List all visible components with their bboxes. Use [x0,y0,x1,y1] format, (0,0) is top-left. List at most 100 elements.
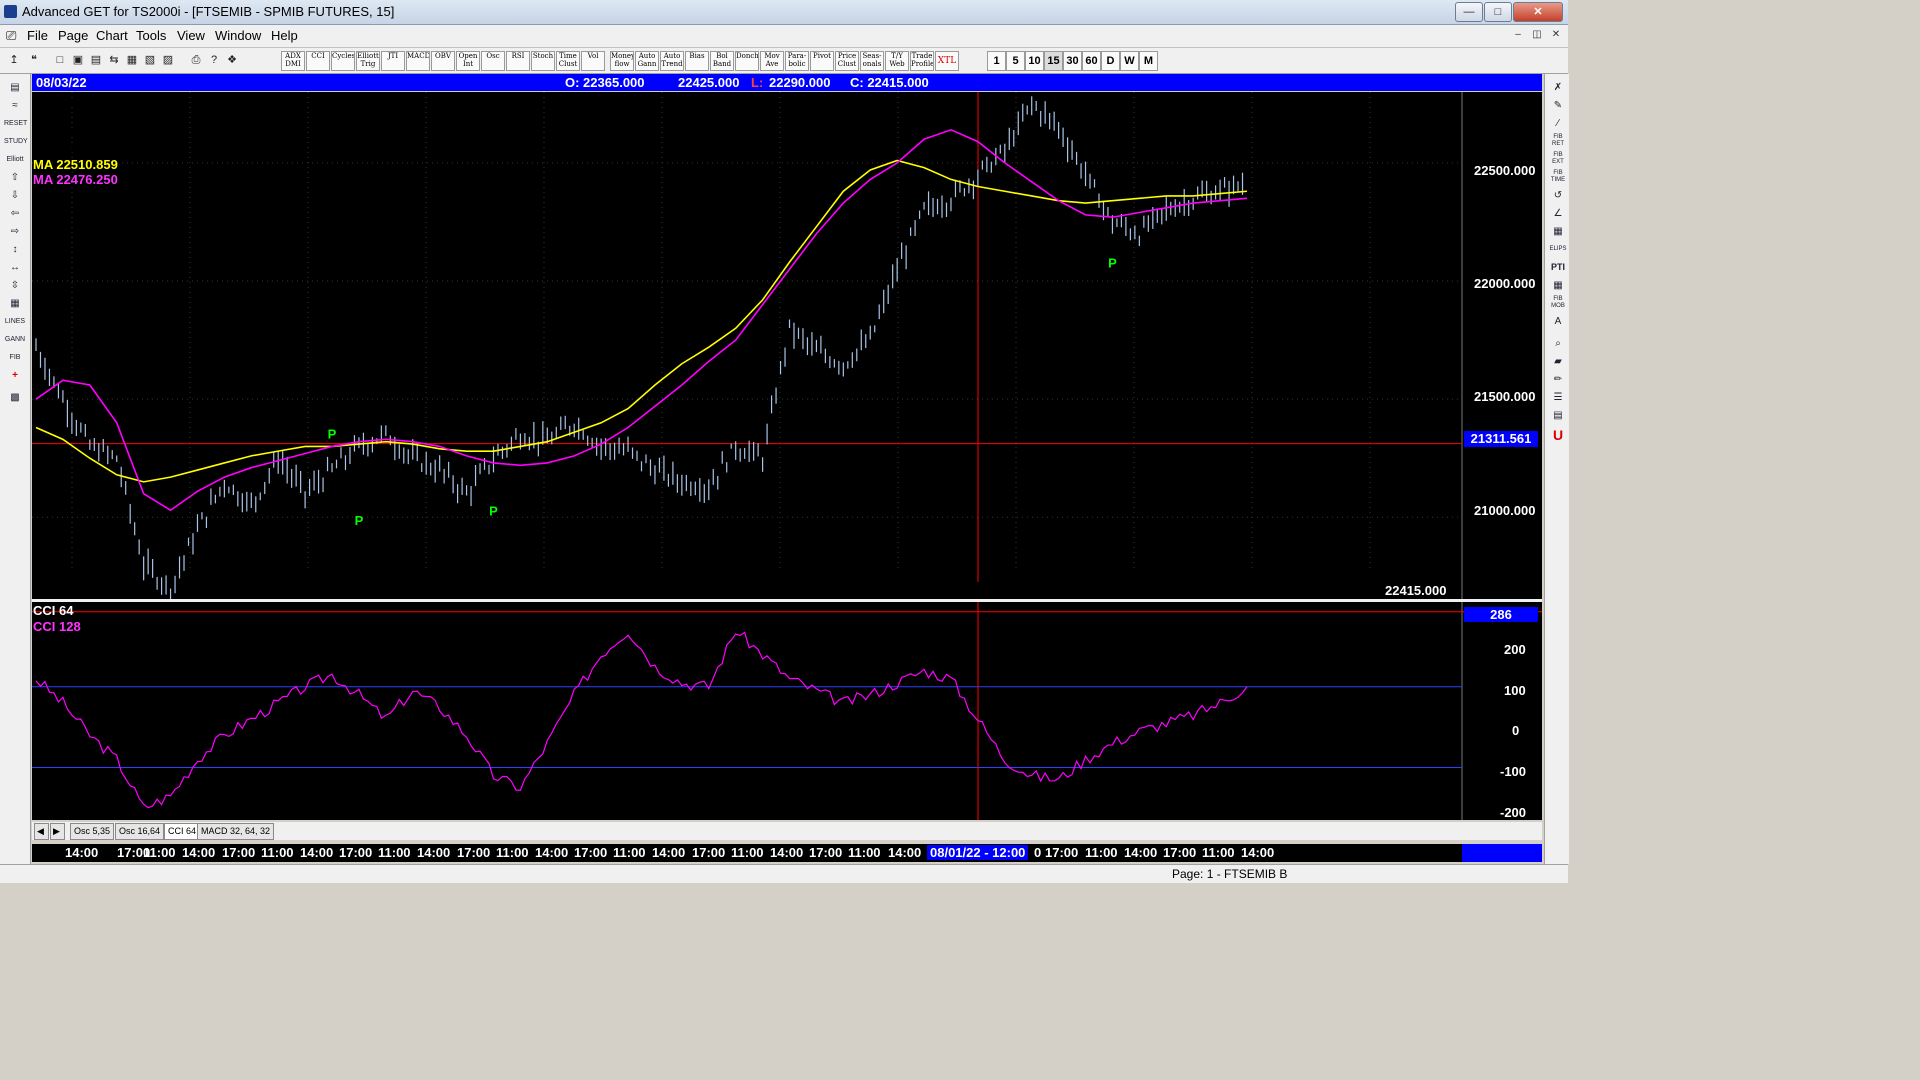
printer-icon[interactable]: ⎙ [188,51,204,69]
study-button-vol[interactable]: Vol [581,51,605,71]
tab-cci-64[interactable]: CCI 64 [164,823,201,840]
scale-icon[interactable]: ↕ [4,242,26,257]
study-button-osc[interactable]: Osc [481,51,505,71]
tab-scroll-left[interactable]: ◀ [34,823,49,840]
interval-button-m[interactable]: M [1139,51,1158,71]
hint-icon[interactable]: ? [206,51,222,69]
help-icon[interactable]: ❖ [224,51,240,69]
eraser-icon[interactable]: ▰ [1549,354,1567,369]
interval-button-1[interactable]: 1 [987,51,1006,71]
trendline-icon[interactable]: ∕ [1549,116,1567,131]
arrow-left-icon[interactable]: ⇦ [4,206,26,221]
reset-icon[interactable]: RESET [4,116,27,131]
spiral-icon[interactable]: ↺ [1549,188,1567,203]
new-page-icon[interactable]: □ [52,51,68,69]
cross-icon[interactable]: + [4,368,26,383]
layers-icon[interactable]: ☰ [1549,390,1567,405]
tab-osc-16-64[interactable]: Osc 16,64 [115,823,165,840]
pti-icon[interactable]: PTI [1549,260,1567,275]
expand-icon[interactable]: ↔ [4,260,26,275]
study-button-t-y-web[interactable]: T/Y Web [885,51,909,71]
gann-icon[interactable]: GANN [4,332,26,347]
interval-button-60[interactable]: 60 [1082,51,1101,71]
interval-button-d[interactable]: D [1101,51,1120,71]
minimize-button[interactable]: — [1455,2,1483,22]
grid-icon[interactable]: ▦ [124,51,140,69]
compress-icon[interactable]: ⇳ [4,278,26,293]
close-button[interactable]: ✕ [1513,2,1563,22]
study-button-bol-band[interactable]: Bol Band [710,51,734,71]
arrow-right-icon[interactable]: ⇨ [4,224,26,239]
open-icon[interactable]: ▣ [70,51,86,69]
wave-icon[interactable]: ≈ [4,98,26,113]
fib-icon[interactable]: FIB [4,350,26,365]
menu-file[interactable]: File [27,28,48,43]
doc-icon[interactable]: ⎚ [6,28,16,44]
study-button-mov-ave[interactable]: Mov Ave [760,51,784,71]
pointer-icon[interactable]: ↥ [6,51,22,69]
link-icon[interactable]: ⇆ [106,51,122,69]
menu-view[interactable]: View [177,28,205,43]
ellipse-icon[interactable]: ELIPS [1549,242,1567,257]
zoom-icon[interactable]: ⌕ [1549,336,1567,351]
notes-icon[interactable]: ▤ [1549,408,1567,423]
study-button-bias[interactable]: Bias [685,51,709,71]
menu-help[interactable]: Help [271,28,298,43]
arrow-up-icon[interactable]: ⇧ [4,170,26,185]
settings-icon[interactable]: ▩ [4,390,26,405]
study-button-money-flow[interactable]: Money flow [610,51,634,71]
maximize-button[interactable]: □ [1484,2,1512,22]
elliott-icon[interactable]: Elliott [4,152,26,167]
chart-open-icon[interactable]: ▤ [4,80,26,95]
study-button-adx-dmi[interactable]: ADX DMI [281,51,305,71]
print-preview-icon[interactable]: ▤ [88,51,104,69]
fan-icon[interactable]: ∠ [1549,206,1567,221]
study-button-auto-gann[interactable]: Auto Gann [635,51,659,71]
study-button-price-clust[interactable]: Price Clust [835,51,859,71]
study-button-auto-trend[interactable]: Auto Trend [660,51,684,71]
fib-ext-icon[interactable]: FIB EXT [1549,152,1567,167]
crosshair-icon[interactable]: ▧ [142,51,158,69]
fib-mob-icon[interactable]: FIB MOB [1549,296,1567,311]
grid-tool-icon[interactable]: ▦ [1549,224,1567,239]
study-button-seas-onals[interactable]: Seas-onals [860,51,884,71]
study-button-cci[interactable]: CCI [306,51,330,71]
study-button-macd[interactable]: MACD [406,51,430,71]
interval-button-5[interactable]: 5 [1006,51,1025,71]
menu-window[interactable]: Window [215,28,261,43]
study-button-cycles[interactable]: Cycles [331,51,355,71]
box-icon[interactable]: ▦ [4,296,26,311]
tab-osc-5-35[interactable]: Osc 5,35 [70,823,115,840]
menu-page[interactable]: Page [58,28,88,43]
mdi-close-button[interactable]: ✕ [1548,28,1564,42]
study-button-trade-profile[interactable]: Trade Profile [910,51,934,71]
study-button-xtl[interactable]: XTL [935,51,959,71]
tab-macd[interactable]: MACD 32, 64, 32 [197,823,275,840]
tab-scroll-right[interactable]: ▶ [50,823,65,840]
study-button-para-bolic[interactable]: Para-bolic [785,51,809,71]
study-button-rsi[interactable]: RSI [506,51,530,71]
study-icon[interactable]: STUDY [4,134,28,149]
study-button-pivot[interactable]: Pivot [810,51,834,71]
brush-icon[interactable]: ✏ [1549,372,1567,387]
a-icon[interactable]: A [1549,314,1567,329]
cci-panel[interactable]: CCI 64 CCI 128 286 200 100 0 -100 -200 [32,602,1542,820]
quote-icon[interactable]: ❝ [26,51,42,69]
study-button-open-int[interactable]: Open Int [456,51,480,71]
study-button-obv[interactable]: OBV [431,51,455,71]
study-button-donch[interactable]: Donch [735,51,759,71]
study-button-elliott-trig[interactable]: Elliott Trig [356,51,380,71]
interval-button-15[interactable]: 15 [1044,51,1063,71]
mdi-minimize-button[interactable]: – [1510,28,1526,42]
fib-ret-icon[interactable]: FIB RET [1549,134,1567,149]
u-icon[interactable]: U [1549,428,1567,443]
study-button-time-clust[interactable]: Time Clust [556,51,580,71]
interval-button-w[interactable]: W [1120,51,1139,71]
interval-button-10[interactable]: 10 [1025,51,1044,71]
price-chart[interactable]: PPPPP OP 22675.000 HI 22720.000 LO 22675… [32,92,1542,613]
fib-time-icon[interactable]: FIB TIME [1549,170,1567,185]
interval-button-30[interactable]: 30 [1063,51,1082,71]
pencil-icon[interactable]: ✎ [1549,98,1567,113]
menu-chart[interactable]: Chart [96,28,128,43]
layout-icon[interactable]: ▨ [160,51,176,69]
